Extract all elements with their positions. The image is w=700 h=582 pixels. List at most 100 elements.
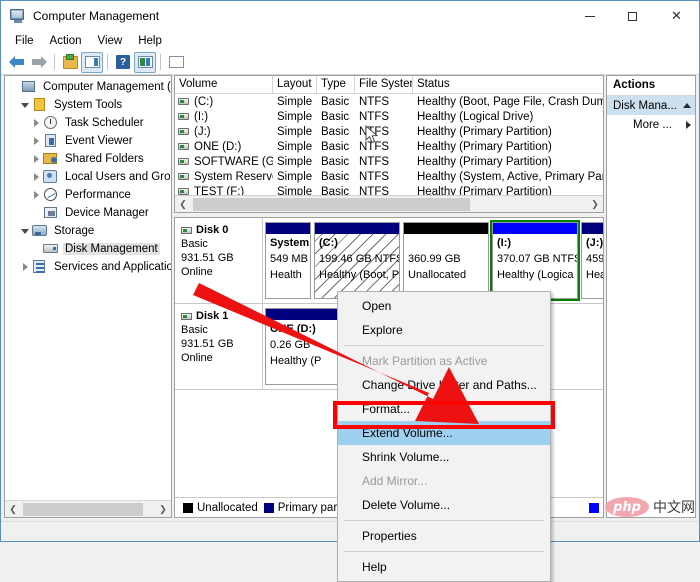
menu-file[interactable]: File xyxy=(7,34,42,48)
context-menu-item-properties[interactable]: Properties xyxy=(338,524,550,548)
volume-scroll-left-icon[interactable]: ❮ xyxy=(175,197,191,212)
context-menu-item-explore[interactable]: Explore xyxy=(338,318,550,342)
minimize-button[interactable] xyxy=(568,1,611,31)
users-icon xyxy=(43,170,59,184)
tree-item-task-scheduler[interactable]: Task Scheduler xyxy=(5,114,171,132)
computer-management-icon xyxy=(10,8,26,24)
table-row[interactable]: SOFTWARE (G:) Simple Basic NTFS Healthy (Pri… xyxy=(175,154,603,169)
column-header-layout[interactable]: Layout xyxy=(273,76,317,93)
context-menu-item-help[interactable]: Help xyxy=(338,555,550,579)
legend-swatch xyxy=(588,502,599,513)
tree-horizontal-scrollbar[interactable]: ❮ ❯ xyxy=(5,500,171,517)
tree-item-event-viewer[interactable]: Event Viewer xyxy=(5,132,171,150)
table-row[interactable]: System Reserved Simple Basic NTFS Healthy (S… xyxy=(175,169,603,184)
chevron-right-icon[interactable] xyxy=(18,260,32,274)
volume-list-horizontal-scrollbar[interactable]: ❮ ❯ xyxy=(175,195,603,212)
tree-item-label: Computer Management (Local xyxy=(43,81,171,93)
chevron-down-icon[interactable] xyxy=(18,98,32,112)
chevron-right-icon[interactable] xyxy=(29,170,43,184)
volume-scroll-right-icon[interactable]: ❯ xyxy=(587,197,603,212)
scroll-left-icon[interactable]: ❮ xyxy=(5,502,21,517)
action-more[interactable]: More ... xyxy=(607,115,695,134)
chevron-right-icon[interactable] xyxy=(29,134,43,148)
table-row[interactable]: (I:) Simple Basic NTFS Healthy (Logical Driv… xyxy=(175,109,603,124)
volume-scroll-thumb[interactable] xyxy=(193,197,470,211)
close-button[interactable]: ✕ xyxy=(654,1,699,31)
drive-icon xyxy=(178,113,189,120)
tree-item-performance[interactable]: Performance xyxy=(5,186,171,204)
cell-status: Healthy (Primary Partition) xyxy=(417,155,552,168)
volume-list: VolumeLayoutTypeFile SystemStatus (C:) Si… xyxy=(174,75,604,213)
tree-item-device-manager[interactable]: Device Manager xyxy=(5,204,171,222)
disk-info[interactable]: Disk 1 Basic 931.51 GB Online xyxy=(175,304,263,389)
scroll-right-icon[interactable]: ❯ xyxy=(155,502,171,517)
console-tree[interactable]: Computer Management (Local System Tools Ta… xyxy=(5,76,171,500)
table-row[interactable]: TEST (F:) Simple Basic NTFS Healthy (Primary… xyxy=(175,184,603,195)
tree-item-shared-folders[interactable]: Shared Folders xyxy=(5,150,171,168)
show-console-tree-button[interactable] xyxy=(81,51,103,73)
table-row[interactable]: ONE (D:) Simple Basic NTFS Healthy (Primary … xyxy=(175,139,603,154)
context-menu-item-shrink-volume[interactable]: Shrink Volume... xyxy=(338,445,550,469)
disk-icon xyxy=(181,226,192,234)
column-header-status[interactable]: Status xyxy=(413,76,603,93)
tree-item-disk-management[interactable]: Disk Management xyxy=(5,240,171,258)
chevron-right-icon[interactable] xyxy=(29,188,43,202)
tree-item-storage[interactable]: Storage xyxy=(5,222,171,240)
show-hide-console-tree-icon xyxy=(84,56,100,68)
context-menu-item-change-drive-letter-and-paths[interactable]: Change Drive Letter and Paths... xyxy=(338,373,550,397)
volume-context-menu[interactable]: Open Explore Mark Partition as Active Chang… xyxy=(337,291,551,582)
menu-help[interactable]: Help xyxy=(130,34,170,48)
volume-scroll-track[interactable] xyxy=(191,197,587,212)
menu-view[interactable]: View xyxy=(90,34,131,48)
forward-button[interactable] xyxy=(28,52,50,73)
tree-scroll-track[interactable] xyxy=(21,501,155,517)
partition-block[interactable]: (J:) 459 MB Health xyxy=(581,222,603,299)
table-row[interactable]: (C:) Simple Basic NTFS Healthy (Boot, Page F… xyxy=(175,94,603,109)
column-header-type[interactable]: Type xyxy=(317,76,355,93)
cell-status: Healthy (Boot, Page File, Crash Dump, Pr… xyxy=(417,95,603,108)
context-menu-item-mark-partition-as-active: Mark Partition as Active xyxy=(362,354,488,368)
watermark-badge: php xyxy=(605,497,649,517)
partition-block[interactable]: System 549 MB Health xyxy=(265,222,311,299)
cell-status: Healthy (Primary Partition) xyxy=(417,140,552,153)
tree-scroll-thumb[interactable] xyxy=(23,502,143,516)
tree-item-local-users-and-groups[interactable]: Local Users and Groups xyxy=(5,168,171,186)
action-disk-management[interactable]: Disk Mana... xyxy=(607,96,695,115)
tree-item-system-tools[interactable]: System Tools xyxy=(5,96,171,114)
context-menu-item-open[interactable]: Open xyxy=(338,294,550,318)
up-folder-button[interactable] xyxy=(59,52,81,73)
cell-volume: TEST (F:) xyxy=(194,185,245,196)
cell-layout: Simple xyxy=(277,170,313,183)
volume-list-rows[interactable]: (C:) Simple Basic NTFS Healthy (Boot, Page F… xyxy=(175,94,603,195)
context-menu-item-format[interactable]: Format... xyxy=(338,397,550,421)
column-header-volume[interactable]: Volume xyxy=(175,76,273,93)
context-menu-item-delete-volume[interactable]: Delete Volume... xyxy=(338,493,550,517)
context-menu-item-extend-volume[interactable]: Extend Volume... xyxy=(338,421,550,445)
drive-icon xyxy=(178,188,189,195)
help-button[interactable]: ? xyxy=(112,52,134,73)
back-button[interactable] xyxy=(6,52,28,73)
partition-block[interactable]: 360.99 GB Unallocated xyxy=(403,222,489,299)
partition-block[interactable]: (I:) 370.07 GB NTFS Healthy (Logica xyxy=(490,220,580,301)
chevron-down-icon[interactable] xyxy=(18,224,32,238)
legend-swatch xyxy=(183,502,193,513)
partition-title: System xyxy=(270,237,310,249)
show-action-pane-button[interactable] xyxy=(134,51,156,73)
legend-label: l drive xyxy=(603,502,604,514)
clock-icon xyxy=(43,116,59,130)
properties-list-icon xyxy=(168,56,184,68)
disk-info[interactable]: Disk 0 Basic 931.51 GB Online xyxy=(175,218,263,303)
maximize-button[interactable] xyxy=(611,1,654,31)
column-header-file-system[interactable]: File System xyxy=(355,76,413,93)
menu-action[interactable]: Action xyxy=(42,34,90,48)
properties-button[interactable] xyxy=(165,52,187,73)
chevron-right-icon[interactable] xyxy=(29,152,43,166)
tree-item-computer-management-local[interactable]: Computer Management (Local xyxy=(5,78,171,96)
chevron-right-icon[interactable] xyxy=(29,116,43,130)
tree-item-services-and-applications[interactable]: Services and Applications xyxy=(5,258,171,276)
volume-list-header[interactable]: VolumeLayoutTypeFile SystemStatus xyxy=(175,76,603,94)
cell-file-system: NTFS xyxy=(359,125,390,138)
table-row[interactable]: (J:) Simple Basic NTFS Healthy (Primary Part… xyxy=(175,124,603,139)
cell-file-system: NTFS xyxy=(359,155,390,168)
partition-block[interactable]: (C:) 199.46 GB NTFS Healthy (Boot, P xyxy=(314,222,400,299)
